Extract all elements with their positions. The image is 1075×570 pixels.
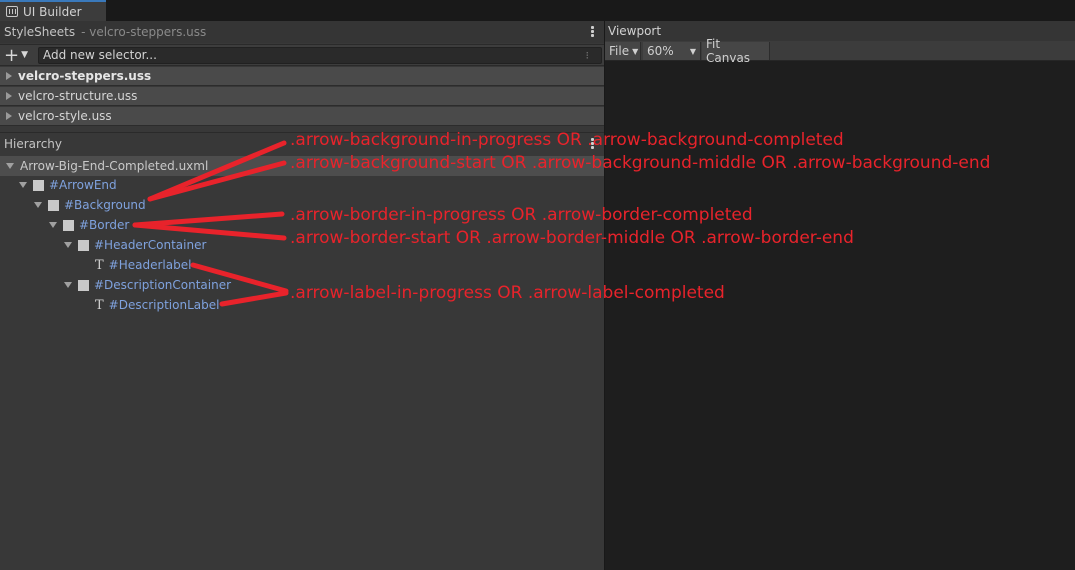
tree-item-label: #Border [79, 218, 130, 232]
tree-item-descriptioncontainer[interactable]: #DescriptionContainer [64, 275, 231, 295]
chevron-right-icon[interactable] [6, 112, 12, 120]
stylesheet-label: velcro-style.uss [18, 109, 112, 123]
hierarchy-root-label: Arrow-Big-End-Completed.uxml [20, 159, 209, 173]
chevron-right-icon[interactable] [6, 92, 12, 100]
stylesheet-item[interactable]: velcro-steppers.uss [0, 67, 604, 86]
chevron-right-icon[interactable] [6, 72, 12, 80]
annotation-label: .arrow-label-in-progress OR .arrow-label… [290, 283, 725, 303]
add-selector-placeholder: Add new selector... [43, 48, 157, 62]
chevron-down-icon[interactable] [64, 282, 72, 288]
stylesheet-label: velcro-steppers.uss [18, 69, 152, 83]
visual-element-icon [78, 239, 89, 251]
tree-item-border[interactable]: #Border [49, 215, 129, 235]
annotation-label: .arrow-border-in-progress OR .arrow-bord… [290, 205, 753, 225]
add-selector-input[interactable]: Add new selector... ⁝ [38, 47, 602, 64]
tree-item-label: #DescriptionContainer [94, 278, 232, 292]
stylesheet-label: velcro-structure.uss [18, 89, 138, 103]
tree-item-arrowend[interactable]: #ArrowEnd [19, 175, 117, 195]
chevron-down-icon[interactable] [49, 222, 57, 228]
tree-item-label: #DescriptionLabel [108, 298, 220, 312]
stylesheet-item[interactable]: velcro-style.uss [0, 107, 604, 126]
tree-item-headerlabel[interactable]: T #Headerlabel [95, 255, 191, 275]
stylesheet-item[interactable]: velcro-structure.uss [0, 87, 604, 106]
stylesheets-subtitle: - velcro-steppers.uss [81, 25, 207, 39]
visual-element-icon [33, 179, 44, 191]
viewport-title: Viewport [608, 24, 662, 38]
ui-builder-icon [6, 6, 18, 17]
annotation-label: .arrow-background-in-progress OR .arrow-… [290, 130, 844, 150]
stylesheets-title: StyleSheets [4, 25, 76, 39]
stylesheets-toolbar: + ▼ Add new selector... ⁝ [0, 44, 604, 66]
chevron-down-icon[interactable] [19, 182, 27, 188]
visual-element-icon [63, 219, 74, 231]
text-icon: T [95, 257, 104, 273]
tree-item-descriptionlabel[interactable]: T #DescriptionLabel [95, 295, 219, 315]
tree-item-label: #ArrowEnd [49, 178, 117, 192]
tree-item-headercontainer[interactable]: #HeaderContainer [64, 235, 206, 255]
annotation-label: .arrow-background-start OR .arrow-backgr… [290, 153, 991, 173]
chevron-down-icon: ▼ [632, 46, 639, 56]
tab-ui-builder[interactable]: UI Builder [0, 0, 106, 21]
zoom-select[interactable]: 60% ▼ [643, 42, 701, 60]
stylesheets-header: StyleSheets - velcro-steppers.uss [0, 21, 604, 43]
add-stylesheet-button[interactable]: + ▼ [4, 46, 34, 65]
drag-grip-icon[interactable]: ⁝ [586, 48, 590, 63]
tree-item-label: #Headerlabel [108, 258, 192, 272]
stylesheets-menu-icon[interactable] [591, 26, 594, 38]
fit-canvas-button[interactable]: Fit Canvas [702, 37, 770, 65]
chevron-down-icon[interactable] [6, 163, 14, 169]
chevron-down-icon[interactable] [34, 202, 42, 208]
file-menu-button[interactable]: File ▼ [605, 42, 641, 60]
plus-icon: + [4, 44, 20, 66]
tree-item-background[interactable]: #Background [34, 195, 146, 215]
viewport-toolbar: File ▼ 60% ▼ Fit Canvas [605, 37, 1075, 65]
tab-title: UI Builder [23, 4, 82, 19]
chevron-down-icon: ▼ [689, 46, 696, 56]
tree-item-label: #HeaderContainer [94, 238, 207, 252]
chevron-down-icon: ▼ [21, 50, 29, 60]
tree-item-label: #Background [64, 198, 146, 212]
annotation-label: .arrow-border-start OR .arrow-border-mid… [290, 228, 854, 248]
text-icon: T [95, 297, 104, 313]
file-menu-label: File [609, 44, 630, 58]
fit-canvas-label: Fit Canvas [706, 37, 751, 65]
visual-element-icon [48, 199, 59, 211]
chevron-down-icon[interactable] [64, 242, 72, 248]
tab-strip: UI Builder [0, 0, 1075, 21]
visual-element-icon [78, 279, 89, 291]
viewport-header: Viewport [605, 21, 1075, 41]
hierarchy-title: Hierarchy [4, 136, 63, 151]
zoom-label: 60% [647, 44, 674, 58]
